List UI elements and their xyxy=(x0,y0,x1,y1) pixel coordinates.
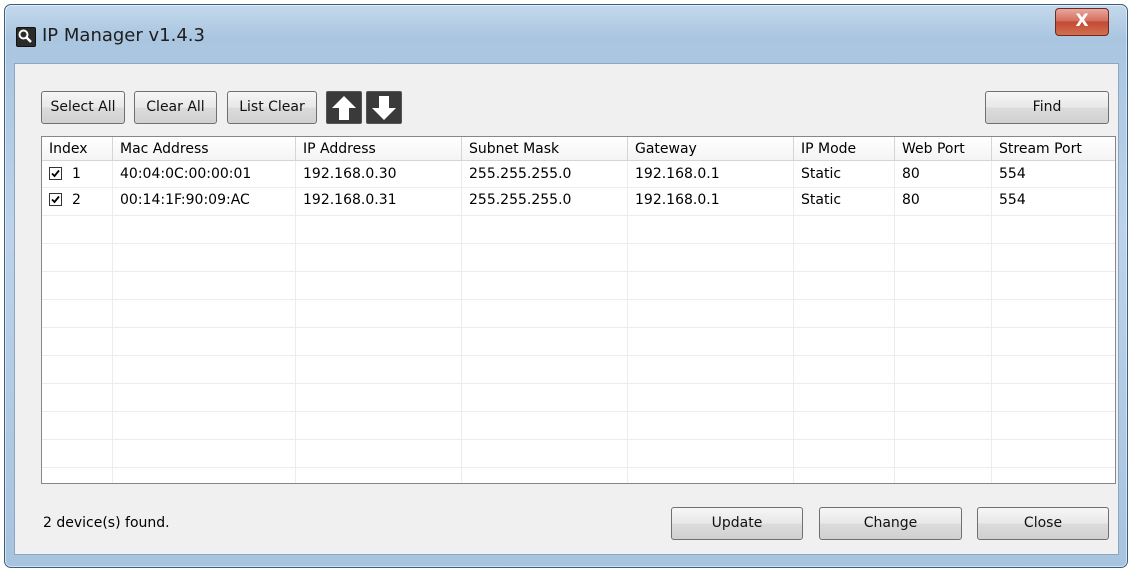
grid-line xyxy=(42,299,1115,300)
cell-gateway: 192.168.0.1 xyxy=(635,192,720,208)
checkmark-icon xyxy=(51,169,60,178)
cell-gateway: 192.168.0.1 xyxy=(635,166,720,182)
cell-ip-mode: Static xyxy=(801,166,842,182)
cell-mac-address: 00:14:1F:90:09:AC xyxy=(120,192,250,208)
grid-line xyxy=(42,215,1115,216)
cell-ip-address: 192.168.0.31 xyxy=(303,192,397,208)
window-close-icon[interactable]: X xyxy=(1055,8,1109,36)
cell-subnet-mask: 255.255.255.0 xyxy=(469,192,572,208)
checkmark-icon xyxy=(51,195,60,204)
title-bar[interactable]: IP Manager v1.4.3 X xyxy=(5,5,1127,57)
row-checkbox[interactable] xyxy=(49,167,62,180)
column-header-ip-address[interactable]: IP Address xyxy=(296,137,462,161)
change-button[interactable]: Change xyxy=(819,507,962,540)
magnifier-app-icon xyxy=(16,27,36,47)
grid-line xyxy=(42,327,1115,328)
cell-mac-address: 40:04:0C:00:00:01 xyxy=(120,166,252,182)
select-all-button[interactable]: Select All xyxy=(41,91,125,124)
close-button[interactable]: Close xyxy=(977,507,1109,540)
update-button[interactable]: Update xyxy=(671,507,803,540)
grid-line xyxy=(42,243,1115,244)
cell-index: 2 xyxy=(72,192,81,208)
cell-web-port: 80 xyxy=(902,192,920,208)
main-panel: Select All Clear All List Clear Find Ind… xyxy=(14,63,1119,555)
grid-line xyxy=(42,411,1115,412)
app-window: IP Manager v1.4.3 X Select All Clear All… xyxy=(4,4,1128,568)
status-text: 2 device(s) found. xyxy=(43,515,170,531)
clear-all-button[interactable]: Clear All xyxy=(134,91,217,124)
column-header-gateway[interactable]: Gateway xyxy=(628,137,794,161)
cell-stream-port: 554 xyxy=(999,192,1026,208)
arrow-down-icon xyxy=(372,96,396,120)
column-header-web-port[interactable]: Web Port xyxy=(895,137,992,161)
column-header-subnet-mask[interactable]: Subnet Mask xyxy=(462,137,628,161)
column-header-mac-address[interactable]: Mac Address xyxy=(113,137,296,161)
cell-index: 1 xyxy=(72,166,81,182)
grid-line xyxy=(42,383,1115,384)
grid-line xyxy=(42,467,1115,468)
arrow-up-icon xyxy=(332,96,356,120)
find-button[interactable]: Find xyxy=(985,91,1109,124)
grid-line xyxy=(42,271,1115,272)
grid-line xyxy=(42,439,1115,440)
cell-stream-port: 554 xyxy=(999,166,1026,182)
cell-web-port: 80 xyxy=(902,166,920,182)
table-row[interactable]: 2 00:14:1F:90:09:AC 192.168.0.31 255.255… xyxy=(42,187,1115,215)
cell-ip-address: 192.168.0.30 xyxy=(303,166,397,182)
window-title: IP Manager v1.4.3 xyxy=(42,25,205,46)
table-row[interactable]: 1 40:04:0C:00:00:01 192.168.0.30 255.255… xyxy=(42,161,1115,189)
device-list[interactable]: Index Mac Address IP Address Subnet Mask… xyxy=(41,136,1116,484)
column-header-stream-port[interactable]: Stream Port xyxy=(992,137,1115,161)
column-header-index[interactable]: Index xyxy=(42,137,113,161)
cell-ip-mode: Static xyxy=(801,192,842,208)
column-header-ip-mode[interactable]: IP Mode xyxy=(794,137,895,161)
list-clear-button[interactable]: List Clear xyxy=(227,91,317,124)
cell-subnet-mask: 255.255.255.0 xyxy=(469,166,572,182)
grid-line xyxy=(42,355,1115,356)
row-checkbox[interactable] xyxy=(49,193,62,206)
move-down-button[interactable] xyxy=(366,91,402,124)
move-up-button[interactable] xyxy=(326,91,362,124)
